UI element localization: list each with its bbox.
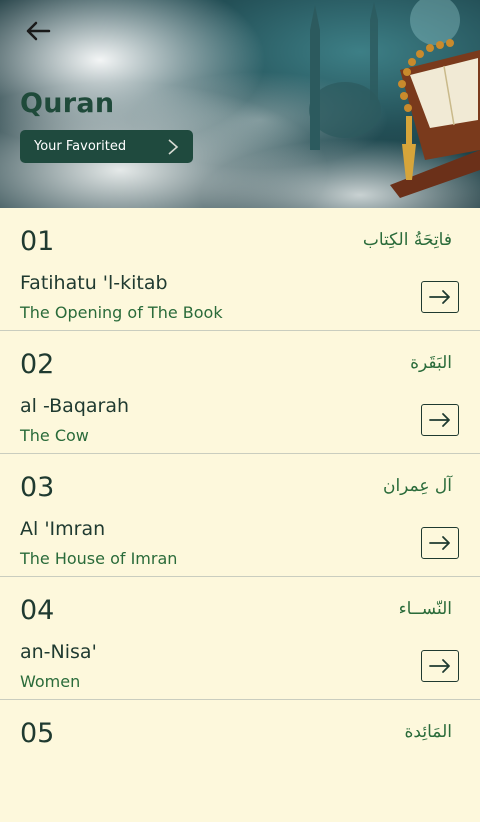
- chevron-right-icon: [168, 138, 179, 155]
- surah-arabic-name: البَقَرة: [410, 353, 452, 373]
- arrow-right-icon: [429, 659, 450, 673]
- header-banner: Quran Your Favorited: [0, 0, 480, 208]
- surah-transliteration: al -Baqarah: [20, 395, 130, 417]
- surah-list: 01 فاتِحَةُ الكِتاب Fatihatu 'l-kitab Th…: [0, 208, 480, 822]
- arrow-left-icon: [26, 21, 51, 41]
- surah-transliteration: Fatihatu 'l-kitab: [20, 272, 168, 294]
- surah-item[interactable]: 03 آل عِمران Al 'Imran The House of Imra…: [0, 454, 480, 577]
- back-button[interactable]: [18, 14, 58, 48]
- mosque-quran-illustration: [309, 0, 480, 198]
- your-favorited-label: Your Favorited: [34, 139, 127, 154]
- your-favorited-button[interactable]: Your Favorited: [20, 130, 193, 163]
- surah-transliteration: Al 'Imran: [20, 518, 106, 540]
- surah-item[interactable]: 05 المَائِدة: [0, 700, 480, 822]
- surah-number: 05: [20, 718, 55, 749]
- surah-transliteration: an-Nisa': [20, 641, 97, 663]
- surah-arabic-name: آل عِمران: [382, 476, 452, 496]
- surah-meaning: The Cow: [20, 426, 89, 445]
- surah-item[interactable]: 04 النّســاء an-Nisa' Women: [0, 577, 480, 700]
- surah-number: 02: [20, 349, 55, 380]
- surah-item[interactable]: 02 البَقَرة al -Baqarah The Cow: [0, 331, 480, 454]
- open-surah-button[interactable]: [421, 527, 459, 559]
- page-title: Quran: [20, 88, 115, 119]
- arrow-right-icon: [429, 536, 450, 550]
- open-surah-button[interactable]: [421, 404, 459, 436]
- arrow-right-icon: [429, 413, 450, 427]
- surah-number: 01: [20, 226, 55, 257]
- arrow-right-icon: [429, 290, 450, 304]
- open-surah-button[interactable]: [421, 281, 459, 313]
- surah-arabic-name: المَائِدة: [404, 722, 452, 742]
- surah-meaning: The House of Imran: [20, 549, 178, 568]
- open-surah-button[interactable]: [421, 650, 459, 682]
- surah-meaning: The Opening of The Book: [20, 303, 223, 322]
- surah-arabic-name: النّســاء: [398, 599, 452, 619]
- surah-number: 03: [20, 472, 55, 503]
- surah-meaning: Women: [20, 672, 81, 691]
- surah-arabic-name: فاتِحَةُ الكِتاب: [362, 230, 452, 250]
- surah-number: 04: [20, 595, 55, 626]
- surah-item[interactable]: 01 فاتِحَةُ الكِتاب Fatihatu 'l-kitab Th…: [0, 208, 480, 331]
